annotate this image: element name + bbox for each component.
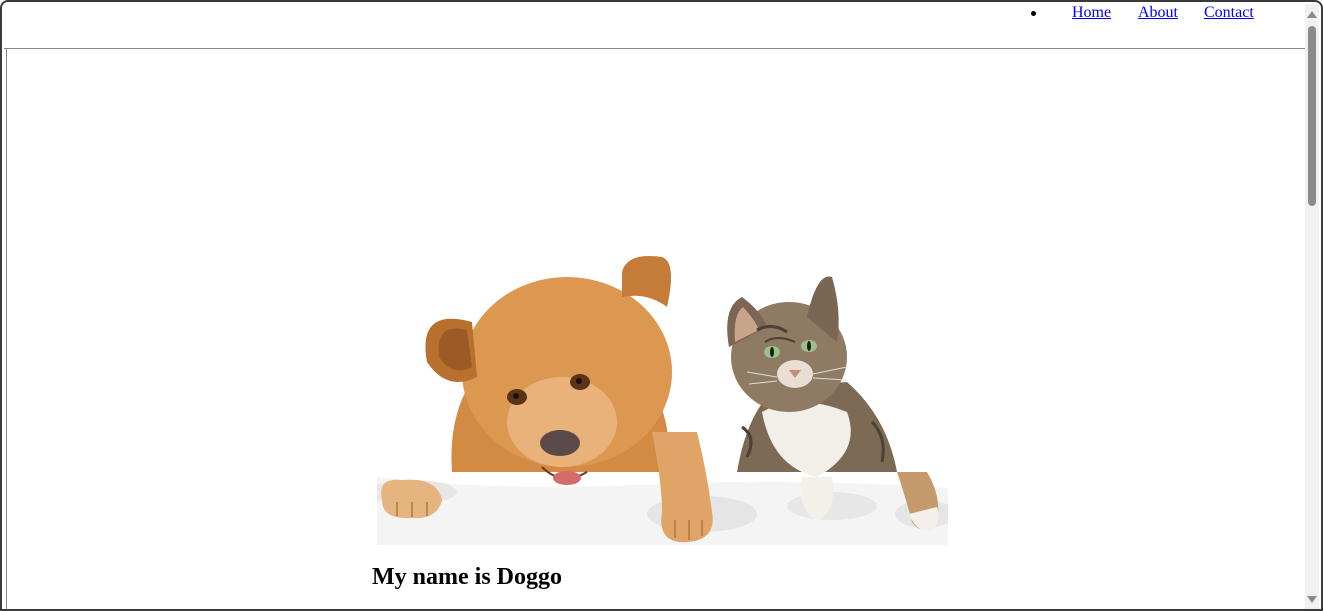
page-title: My name is Doggo	[372, 564, 562, 590]
scroll-down-arrow-icon[interactable]	[1305, 591, 1319, 607]
vertical-scrollbar[interactable]	[1305, 4, 1319, 609]
main-content: My name is Doggo	[6, 49, 1310, 609]
browser-window: Home About Contact My name is Doggo	[0, 0, 1323, 611]
nav-link-contact[interactable]: Contact	[1204, 4, 1254, 22]
nav-list: Home About Contact	[4, 2, 1307, 48]
scrollbar-thumb[interactable]	[1308, 26, 1316, 206]
nav-link-home[interactable]: Home	[1072, 4, 1111, 22]
site-header: Home About Contact	[4, 2, 1307, 49]
dog-and-cat-photo	[377, 252, 948, 545]
nav-link-about[interactable]: About	[1138, 4, 1178, 22]
scroll-up-arrow-icon[interactable]	[1305, 6, 1319, 22]
